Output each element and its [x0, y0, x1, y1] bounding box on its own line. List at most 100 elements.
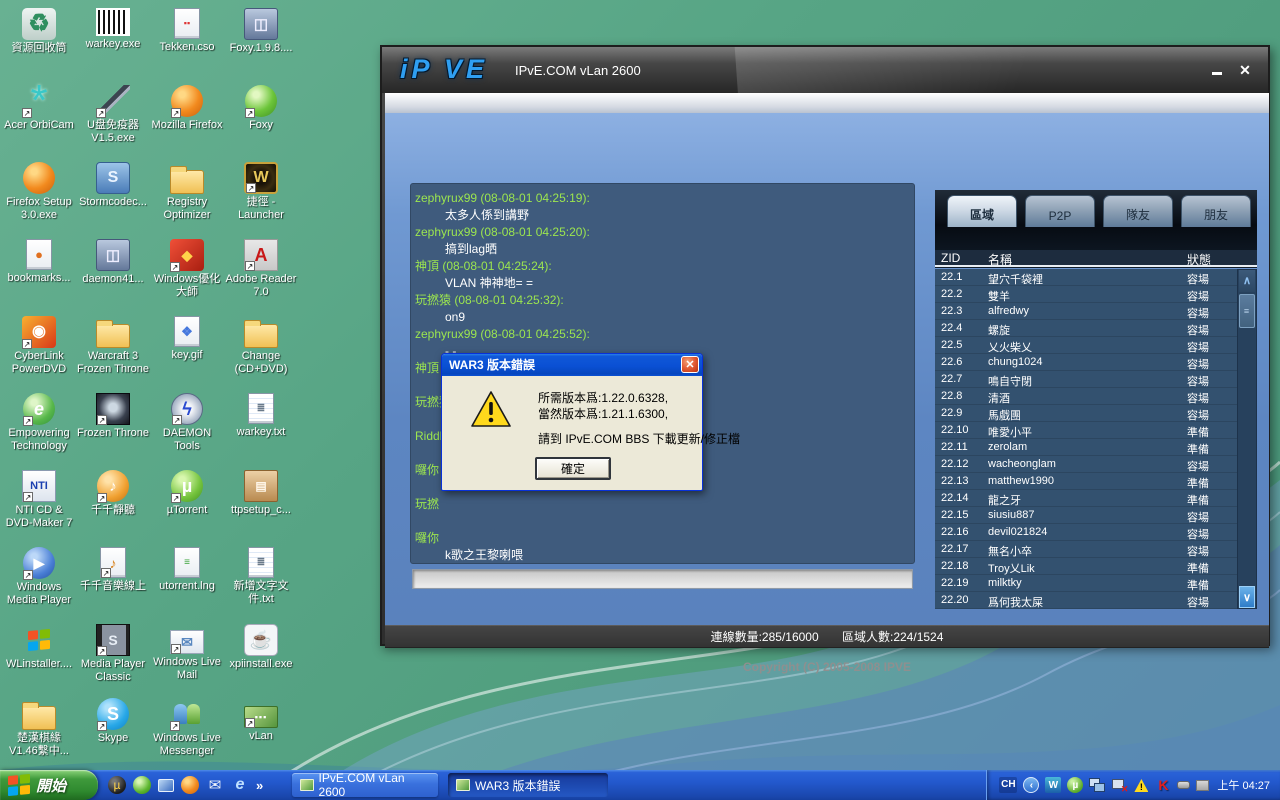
cell-status: 容場: [1187, 543, 1209, 559]
tray-warning-icon[interactable]: [1133, 777, 1149, 793]
desktop-icon-syringe[interactable]: ↗U盘免疫器 V1.5.exe: [76, 85, 150, 145]
desktop-icon-wmp[interactable]: ▶↗Windows Media Player: [2, 547, 76, 607]
quicklaunch-overflow-chevron[interactable]: »: [256, 778, 263, 793]
desktop-icon-winflag[interactable]: WLinstaller....: [2, 624, 76, 671]
desktop-icon-folder[interactable]: Registry Optimizer: [150, 162, 224, 222]
table-row[interactable]: 22.11zerolam準備: [935, 439, 1237, 456]
tab-朋友[interactable]: 朋友: [1181, 195, 1251, 227]
scroll-thumb[interactable]: ≡: [1239, 294, 1255, 328]
table-row[interactable]: 22.6chung1024容場: [935, 354, 1237, 371]
desktop-icon-installer[interactable]: ◫daemon41...: [76, 239, 150, 286]
table-row[interactable]: 22.18Troy乂Lik準備: [935, 558, 1237, 575]
desktop-icon-mail[interactable]: ✉↗Windows Live Mail: [150, 624, 224, 682]
desktop-icon-installer[interactable]: ◫Foxy.1.9.8....: [224, 8, 298, 55]
tray-plug-icon[interactable]: [1177, 781, 1190, 789]
table-row[interactable]: 22.1望穴千袋裡容場: [935, 269, 1237, 286]
desktop-icon-stormcodec[interactable]: SStormcodec...: [76, 162, 150, 209]
desktop-icon-daemon[interactable]: ϟ↗DAEMON Tools: [150, 393, 224, 453]
scroll-down-button[interactable]: ∨: [1239, 586, 1255, 608]
language-indicator[interactable]: CH: [999, 777, 1017, 793]
tab-隊友[interactable]: 隊友: [1103, 195, 1173, 227]
taskbar-button[interactable]: WAR3 版本錯誤: [448, 773, 608, 797]
table-row[interactable]: 22.12wacheonglam容場: [935, 456, 1237, 473]
table-row[interactable]: 22.5乂火柴乂容場: [935, 337, 1237, 354]
desktop-icon-recycle-bin[interactable]: ♻資源回收筒: [2, 8, 76, 55]
tab-P2P[interactable]: P2P: [1025, 195, 1095, 227]
start-button[interactable]: 開始: [0, 770, 98, 800]
tray-network-x-icon[interactable]: [1111, 777, 1127, 793]
tray-w-icon[interactable]: W: [1045, 777, 1061, 793]
quicklaunch-ie-icon[interactable]: e: [231, 776, 249, 794]
cell-zid: 22.6: [941, 356, 962, 368]
desktop-icon-skype[interactable]: S↗Skype: [76, 698, 150, 745]
desktop-icon-adobe[interactable]: A↗Adobe Reader 7.0: [224, 239, 298, 299]
tray-kaspersky-icon[interactable]: K: [1155, 777, 1171, 793]
desktop-icon-image-doc[interactable]: ❖key.gif: [150, 316, 224, 362]
table-row[interactable]: 22.16devil021824容場: [935, 524, 1237, 541]
desktop-icon-nti[interactable]: NTI↗NTI CD & DVD-Maker 7: [2, 470, 76, 530]
desktop-icon-mpc[interactable]: S↗Media Player Classic: [76, 624, 150, 684]
quicklaunch-foxy-icon[interactable]: [133, 776, 151, 794]
taskbar-button[interactable]: IPvE.COM vLan 2600: [292, 773, 438, 797]
desktop-icon-foxy[interactable]: ↗Foxy: [224, 85, 298, 132]
tray-utorrent-icon[interactable]: µ: [1067, 777, 1083, 793]
desktop-icon-folder[interactable]: 楚漢棋緣 V1.46繫中...: [2, 698, 76, 758]
desktop-icon-barcode[interactable]: warkey.exe: [76, 8, 150, 51]
table-row[interactable]: 22.9馬戲團容場: [935, 405, 1237, 422]
table-row[interactable]: 22.19milktky準備: [935, 575, 1237, 592]
wmp-icon: ▶↗: [23, 547, 55, 579]
quicklaunch-utorrent-icon[interactable]: µ: [108, 776, 126, 794]
desktop-icon-folder[interactable]: Warcraft 3 Frozen Throne: [76, 316, 150, 376]
table-row[interactable]: 22.13matthew1990準備: [935, 473, 1237, 490]
desktop-icon-youhua[interactable]: ◆↗Windows優化大師: [150, 239, 224, 299]
dialog-close-button[interactable]: ✕: [681, 356, 699, 373]
desktop-icon-vlan[interactable]: ▪▪▪↗vLan: [224, 698, 298, 743]
desktop-icon-frozen-throne[interactable]: ↗Frozen Throne: [76, 393, 150, 440]
desktop-icon-java[interactable]: ☕xpiinstall.exe: [224, 624, 298, 671]
desktop-icon-folder[interactable]: Change (CD+DVD): [224, 316, 298, 376]
table-row[interactable]: 22.7鳴自守閉容場: [935, 371, 1237, 388]
desktop-icon-ttplayer[interactable]: ♪↗千千靜聽: [76, 470, 150, 517]
desktop-icon-utorrent[interactable]: µ↗µTorrent: [150, 470, 224, 517]
desktop-icon-powerdvd[interactable]: ◉↗CyberLink PowerDVD: [2, 316, 76, 376]
quicklaunch-mail-icon[interactable]: ✉: [206, 776, 224, 794]
desktop-icon-package[interactable]: ▤ttpsetup_c...: [224, 470, 298, 517]
table-row[interactable]: 22.2雙羊容場: [935, 286, 1237, 303]
tray-clock[interactable]: 上午 04:27: [1217, 777, 1270, 793]
close-button[interactable]: [1236, 62, 1254, 79]
tray-network-icon[interactable]: [1089, 777, 1105, 793]
quicklaunch-show-desktop-icon[interactable]: [158, 779, 174, 792]
scroll-up-button[interactable]: ∧: [1239, 270, 1255, 292]
desktop-icon-orbicam[interactable]: *↗Acer OrbiCam: [2, 85, 76, 132]
desktop-icon-firefox-doc[interactable]: ●bookmarks...: [2, 239, 76, 285]
ok-button[interactable]: 確定: [535, 457, 611, 480]
table-row[interactable]: 22.4螺旋容場: [935, 320, 1237, 337]
desktop-icon-colored-doc[interactable]: ▪▪Tekken.cso: [150, 8, 224, 54]
table-row[interactable]: 22.14龍之牙準備: [935, 490, 1237, 507]
chat-message-author: zephyrux99 (08-08-01 04:25:52):: [415, 326, 910, 343]
desktop-icon-notepad-doc[interactable]: ≣新增文字文件.txt: [224, 547, 298, 606]
cell-status: 容場: [1187, 526, 1209, 542]
table-row[interactable]: 22.3alfredwy容場: [935, 303, 1237, 320]
tray-collapse-icon[interactable]: ‹: [1023, 777, 1039, 793]
table-row[interactable]: 22.17無名小卒容場: [935, 541, 1237, 558]
tray-monitor-icon[interactable]: [1196, 780, 1209, 791]
minimize-button[interactable]: [1208, 62, 1226, 79]
tab-區域[interactable]: 區域: [947, 195, 1017, 227]
desktop-icon-firefox[interactable]: Firefox Setup 3.0.exe: [2, 162, 76, 222]
chat-input[interactable]: [412, 569, 913, 589]
chat-message-author: 玩撚: [415, 496, 910, 513]
desktop-icon-wow[interactable]: W↗捷徑 - Launcher: [224, 162, 298, 222]
desktop-icon-firefox[interactable]: ↗Mozilla Firefox: [150, 85, 224, 132]
desktop-icon-msn[interactable]: ↗Windows Live Messenger: [150, 698, 224, 758]
desktop-icon-empowering[interactable]: e↗Empowering Technology: [2, 393, 76, 453]
quicklaunch-firefox-icon[interactable]: [181, 776, 199, 794]
desktop-icon-lng-doc[interactable]: ≡utorrent.lng: [150, 547, 224, 593]
desktop-icon-music-doc[interactable]: ♪↗千千音樂線上: [76, 547, 150, 593]
table-row[interactable]: 22.15siusiu887容場: [935, 507, 1237, 524]
user-list-scrollbar[interactable]: ∧ ≡ ∨: [1237, 269, 1257, 609]
desktop-icon-notepad-doc[interactable]: ≣warkey.txt: [224, 393, 298, 439]
table-row[interactable]: 22.20爲何我太屎容場: [935, 592, 1237, 609]
table-row[interactable]: 22.8清酒容場: [935, 388, 1237, 405]
table-row[interactable]: 22.10唯愛小平準備: [935, 422, 1237, 439]
